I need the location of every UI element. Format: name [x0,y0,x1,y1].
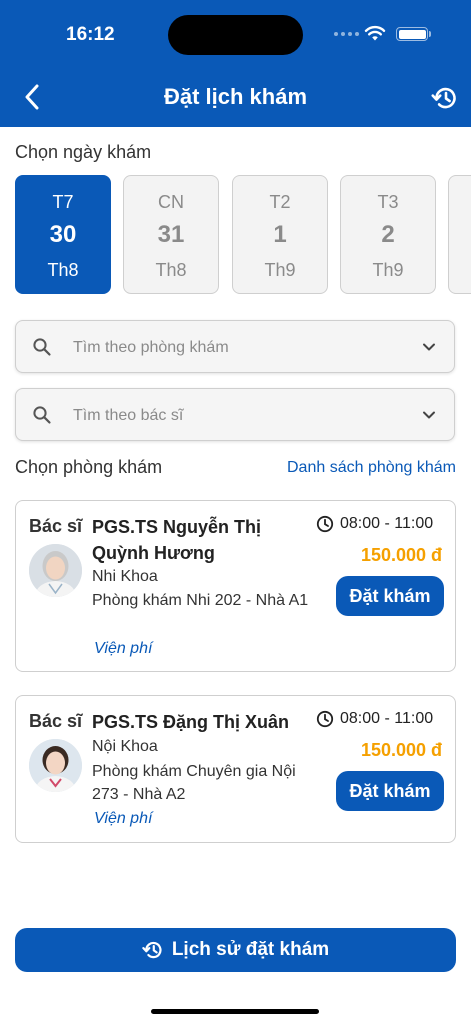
search-icon [33,406,51,424]
schedule-time: 08:00 - 11:00 [316,515,433,533]
fee-type-link[interactable]: Viện phí [94,640,152,658]
battery-tip [429,31,431,37]
date-card[interactable]: T2 1 Th9 [232,175,328,294]
doctor-role: Bác sĩ [29,711,83,731]
fee-type-link[interactable]: Viện phí [94,810,152,828]
date-weekday: T2 [269,192,291,212]
price: 150.000 đ [360,545,442,565]
battery-icon [396,27,428,41]
booking-history-label: Lịch sử đặt khám [171,939,330,960]
doctor-room: Phòng khám Nhi 202 - Nhà A1 [92,592,309,609]
wifi-icon [364,25,386,41]
page-title: Đặt lịch khám [163,84,308,109]
clinic-section-label: Chọn phòng khám [15,457,163,477]
search-icon [33,338,51,356]
date-section-label: Chọn ngày khám [15,142,152,162]
doctor-photo [29,544,82,597]
doctor-avatar [29,739,82,792]
doctor-department: Nội Khoa [92,738,158,755]
book-button[interactable]: Đặt khám [336,576,444,616]
date-day: 31 [157,221,185,248]
date-weekday: T7 [52,192,74,212]
chevron-down-icon [423,343,435,351]
book-button[interactable]: Đặt khám [336,771,444,811]
clinic-search-select[interactable]: Tìm theo phòng khám [15,320,455,373]
date-month: Th8 [47,260,79,280]
booking-history-button[interactable]: Lịch sử đặt khám [15,928,456,972]
clock-icon [316,515,334,533]
cellular-signal-icon [334,32,359,36]
date-day: 1 [273,221,287,248]
date-month: Th8 [155,260,187,280]
price: 150.000 đ [360,740,442,760]
doctor-photo [29,739,82,792]
clinic-list-link[interactable]: Danh sách phòng khám [287,459,456,477]
date-month: Th9 [372,260,404,280]
schedule-time-text: 08:00 - 11:00 [340,710,434,727]
doctor-search-select[interactable]: Tìm theo bác sĩ [15,388,455,441]
status-time: 16:12 [66,24,115,45]
date-day: 30 [49,221,77,248]
schedule-time-text: 08:00 - 11:00 [340,515,434,532]
date-month: Th9 [264,260,296,280]
chevron-down-icon [423,411,435,419]
doctor-avatar [29,544,82,597]
app-header: 16:12 Đặt lịch khám [0,0,471,127]
clinic-search-placeholder: Tìm theo phòng khám [73,339,229,356]
history-icon [431,87,456,109]
doctor-room: Phòng khám Chuyên gia Nội 273 - Nhà A2 [92,763,296,803]
date-card[interactable]: T3 2 Th9 [340,175,436,294]
doctor-card: Bác sĩ PGS.TS Đặng Thị Xuân Nội Khoa Phò… [15,695,456,843]
clock-icon [316,710,334,728]
date-picker: T7 30 Th8 CN 31 Th8 T2 1 Th9 T3 2 Th9 [15,175,471,295]
date-card-selected[interactable]: T7 30 Th8 [15,175,111,294]
date-day: 2 [381,221,395,248]
history-button[interactable] [430,83,460,113]
home-indicator[interactable] [151,1009,319,1014]
schedule-time: 08:00 - 11:00 [316,710,433,728]
doctor-card: Bác sĩ PGS.TS Nguyễn Thị Quỳnh Hương Nhi… [15,500,456,672]
history-icon [142,941,162,959]
date-card[interactable]: CN 31 Th8 [123,175,219,294]
doctor-name: PGS.TS Đặng Thị Xuân [92,712,290,732]
doctor-name: PGS.TS Nguyễn Thị Quỳnh Hương [92,517,262,563]
dynamic-island [168,15,303,55]
doctor-search-placeholder: Tìm theo bác sĩ [73,407,184,424]
date-weekday: CN [158,192,184,212]
date-weekday: T3 [377,192,399,212]
doctor-role: Bác sĩ [29,516,83,536]
status-bar: 16:12 [0,0,471,70]
doctor-department: Nhi Khoa [92,568,158,585]
date-card-partial[interactable] [448,175,471,294]
